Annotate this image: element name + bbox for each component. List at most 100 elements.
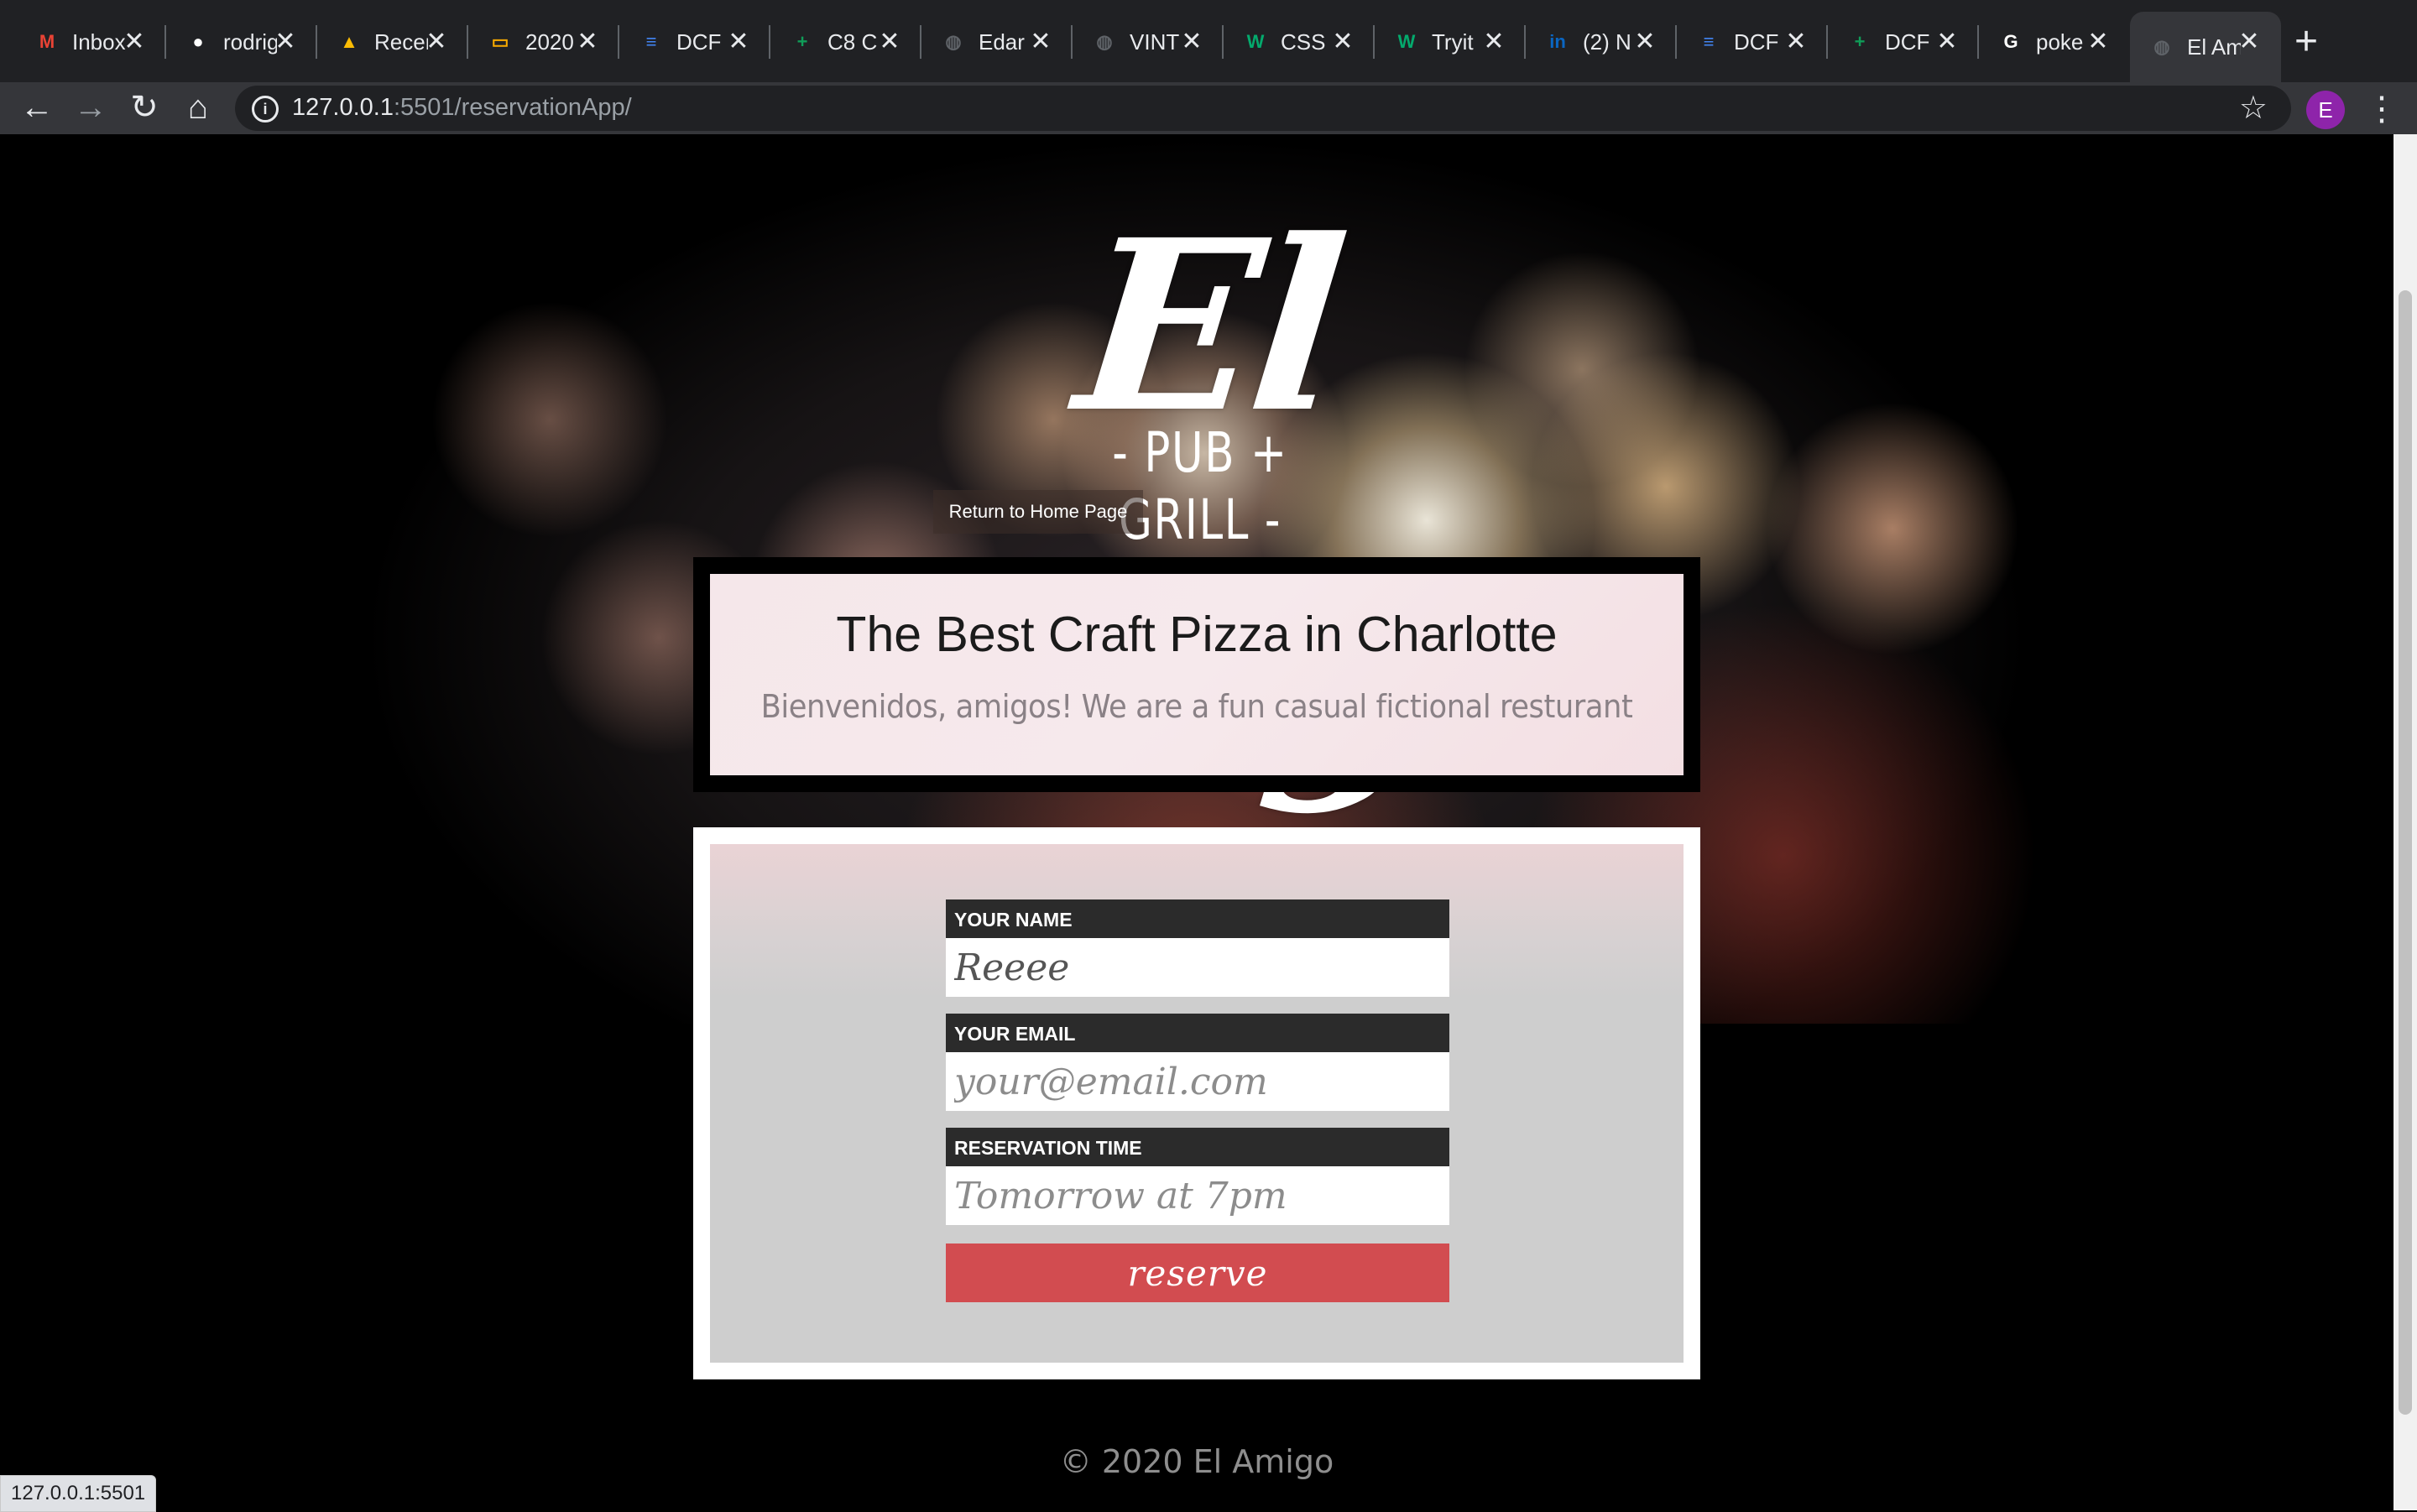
reservation-time-label: RESERVATION TIME	[946, 1128, 1449, 1166]
tab-title: DCF	[676, 29, 722, 55]
browser-tab[interactable]: + C8 C ✕	[770, 12, 921, 72]
welcome-panel-inner: The Best Craft Pizza in Charlotte Bienve…	[710, 574, 1684, 775]
reload-button[interactable]: ↻	[123, 86, 166, 129]
status-bar-url: 127.0.0.1:5501	[0, 1475, 157, 1512]
tab-title: (2) N	[1583, 29, 1631, 55]
browser-tab[interactable]: + DCF ✕	[1828, 12, 1979, 72]
google-icon: G	[2003, 31, 2018, 52]
url-text[interactable]: 127.0.0.1:5501/reservationApp/	[292, 94, 632, 122]
tab-title: poke	[2036, 29, 2084, 55]
tab-title: DCF	[1734, 29, 1779, 55]
tab-separator	[164, 25, 166, 59]
name-field-group: YOUR NAME	[946, 899, 1449, 997]
forward-button[interactable]: →	[69, 86, 112, 129]
tab-title: Inbox	[72, 29, 126, 55]
close-tab-icon[interactable]: ✕	[1630, 27, 1660, 57]
close-tab-icon[interactable]: ✕	[1328, 27, 1358, 57]
tab-separator	[1675, 25, 1677, 59]
tab-title: Tryit	[1432, 29, 1474, 55]
tab-title: Recent	[374, 29, 428, 55]
github-icon: ●	[192, 31, 204, 52]
page-scrollbar[interactable]	[2394, 134, 2417, 1510]
email-label: YOUR EMAIL	[946, 1014, 1449, 1052]
bookmark-star-icon[interactable]: ☆	[2239, 91, 2268, 126]
close-tab-icon[interactable]: ✕	[1479, 27, 1509, 57]
google-sheets-icon: +	[796, 31, 808, 52]
close-tab-icon[interactable]: ✕	[572, 27, 603, 57]
scrollbar-thumb[interactable]	[2399, 290, 2412, 1415]
page-title: The Best Craft Pizza in Charlotte	[836, 607, 1558, 662]
close-tab-icon[interactable]: ✕	[723, 27, 754, 57]
home-button[interactable]: ⌂	[176, 86, 220, 129]
close-tab-icon[interactable]: ✕	[1026, 27, 1056, 57]
address-bar[interactable]: i 127.0.0.1:5501/reservationApp/ ☆	[235, 86, 2291, 131]
tab-separator	[1977, 25, 1979, 59]
reserve-button[interactable]: reserve	[946, 1243, 1449, 1302]
google-sheets-icon: +	[1854, 31, 1866, 52]
browser-tab[interactable]: W CSS ✕	[1224, 12, 1375, 72]
reservation-time-input[interactable]	[946, 1166, 1449, 1225]
email-input[interactable]	[946, 1052, 1449, 1111]
tab-title: VINT	[1130, 29, 1180, 55]
email-field-group: YOUR EMAIL	[946, 1014, 1449, 1111]
profile-avatar[interactable]: E	[2306, 91, 2345, 129]
close-tab-icon[interactable]: ✕	[2234, 27, 2264, 57]
browser-tab[interactable]: ◍ Edar ✕	[921, 12, 1073, 72]
browser-tab[interactable]: in (2) N ✕	[1526, 12, 1677, 72]
name-input[interactable]	[946, 938, 1449, 997]
tab-separator	[1826, 25, 1828, 59]
logo-subtitle: - PUB + GRILL -	[1112, 420, 1288, 552]
tab-separator	[1071, 25, 1073, 59]
close-tab-icon[interactable]: ✕	[421, 27, 452, 57]
browser-tab[interactable]: ◍ El Amigo✕	[2130, 12, 2281, 82]
tab-separator	[769, 25, 770, 59]
tab-separator	[316, 25, 317, 59]
close-tab-icon[interactable]: ✕	[270, 27, 300, 57]
browser-tab[interactable]: W Tryit ✕	[1375, 12, 1526, 72]
return-home-link[interactable]: Return to Home Page	[933, 490, 1143, 534]
close-tab-icon[interactable]: ✕	[2083, 27, 2113, 57]
google-drive-icon: ▲	[340, 31, 358, 52]
close-tab-icon[interactable]: ✕	[1177, 27, 1207, 57]
globe-icon: ◍	[945, 31, 962, 52]
browser-tab[interactable]: ≡ DCF ✕	[1677, 12, 1828, 72]
tab-title: El Amigo	[2187, 34, 2241, 60]
back-button[interactable]: ←	[15, 86, 59, 129]
new-tab-button[interactable]: +	[2284, 20, 2328, 64]
tab-separator	[1222, 25, 1224, 59]
tab-separator	[467, 25, 468, 59]
name-label: YOUR NAME	[946, 899, 1449, 938]
browser-toolbar: ← → ↻ ⌂ i 127.0.0.1:5501/reservationApp/…	[0, 82, 2417, 134]
close-tab-icon[interactable]: ✕	[119, 27, 149, 57]
browser-tab[interactable]: ≡ DCF ✕	[619, 12, 770, 72]
close-tab-icon[interactable]: ✕	[874, 27, 905, 57]
tab-separator	[618, 25, 619, 59]
footer-copyright: © 2020 El Amigo	[1059, 1443, 1334, 1480]
close-tab-icon[interactable]: ✕	[1932, 27, 1962, 57]
browser-tab[interactable]: ● rodriguez✕	[166, 12, 317, 72]
close-tab-icon[interactable]: ✕	[1781, 27, 1811, 57]
tab-separator	[1524, 25, 1526, 59]
reservation-form: YOUR NAME YOUR EMAIL RESERVATION TIME re…	[693, 827, 1700, 1379]
browser-tab[interactable]: ▭ 2020 ✕	[468, 12, 619, 72]
url-host: 127.0.0.1	[292, 94, 394, 121]
welcome-panel: The Best Craft Pizza in Charlotte Bienve…	[693, 557, 1700, 792]
google-docs-icon: ≡	[645, 31, 657, 52]
url-path: :5501/reservationApp/	[393, 94, 632, 121]
browser-menu-icon[interactable]: ⋮	[2365, 87, 2399, 131]
tab-title: C8 C	[827, 29, 878, 55]
browser-tab[interactable]: M Inbox ✕	[15, 12, 166, 72]
w3schools-icon: W	[1246, 31, 1265, 52]
site-info-icon[interactable]: i	[252, 96, 279, 123]
tab-separator	[1373, 25, 1375, 59]
browser-tab[interactable]: Gpoke ✕	[1979, 12, 2130, 72]
browser-tab[interactable]: ▲ Recent✕	[317, 12, 468, 72]
browser-tab-strip: ◍El Amigo✕Gpoke✕+DCF✕≡DCF✕in(2) N✕WTryit…	[0, 0, 2417, 82]
google-slides-icon: ▭	[491, 31, 509, 52]
tab-separator	[920, 25, 921, 59]
browser-tab[interactable]: ◍ VINT ✕	[1073, 12, 1224, 72]
tab-title: rodriguez	[223, 29, 277, 55]
tab-title: CSS	[1281, 29, 1326, 55]
google-docs-icon: ≡	[1703, 31, 1715, 52]
time-field-group: RESERVATION TIME	[946, 1128, 1449, 1225]
